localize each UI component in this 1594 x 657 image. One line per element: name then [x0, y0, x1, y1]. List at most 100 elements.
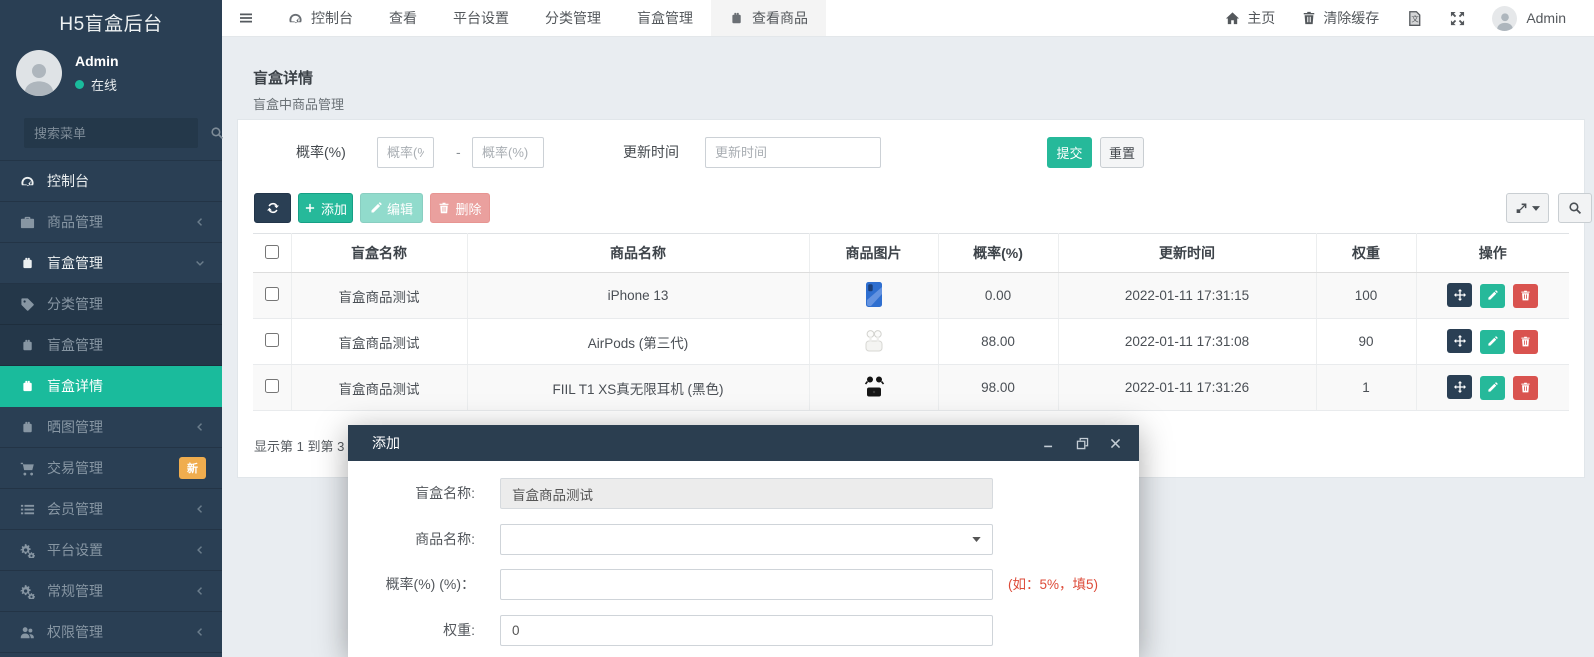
delete-button-disabled[interactable]: 删除 [430, 193, 490, 223]
delete-row-button[interactable] [1513, 330, 1538, 354]
move-button[interactable] [1447, 375, 1472, 399]
edit-row-button[interactable] [1480, 330, 1505, 354]
tab-view-products[interactable]: 查看商品 [711, 0, 826, 36]
refresh-icon [266, 201, 280, 215]
tab-label: 查看 [389, 8, 417, 28]
user-menu[interactable]: Admin [1492, 6, 1566, 31]
sidebar-item-permission-mgmt[interactable]: 权限管理 [0, 612, 222, 653]
select-all-checkbox[interactable] [265, 245, 279, 259]
maximize-button[interactable] [1074, 435, 1090, 451]
probability-input[interactable] [500, 569, 993, 600]
row-checkbox[interactable] [265, 287, 279, 301]
tab-dashboard[interactable]: 控制台 [270, 0, 371, 36]
col-actions: 操作 [1416, 234, 1569, 273]
sidebar-item-blindbox-mgmt-sub[interactable]: 盲盒管理 [0, 325, 222, 366]
gears-icon [20, 543, 35, 558]
dialog-titlebar[interactable]: 添加 [348, 425, 1139, 461]
cell-box-name: 盲盒商品测试 [291, 319, 467, 365]
tab-platform-settings[interactable]: 平台设置 [435, 0, 527, 36]
trash-icon [1520, 382, 1531, 393]
reset-button[interactable]: 重置 [1100, 137, 1144, 168]
box-name-label: 盲盒名称: [348, 478, 475, 509]
sidebar-item-label: 盲盒详情 [47, 376, 206, 396]
navbar-right: 主页 清除缓存 Admin [1225, 0, 1594, 36]
language-button[interactable] [1406, 10, 1423, 27]
probability-filter-label: 概率(%) [296, 137, 346, 168]
tab-category-mgmt[interactable]: 分类管理 [527, 0, 619, 36]
edit-row-button[interactable] [1480, 284, 1505, 308]
sidebar-item-blindbox-detail[interactable]: 盲盒详情 [0, 366, 222, 407]
sidebar-item-dashboard[interactable]: 控制台 [0, 161, 222, 202]
sidebar-item-label: 平台设置 [47, 540, 194, 560]
sidebar-item-platform-settings[interactable]: 平台设置 [0, 530, 222, 571]
col-product-image: 商品图片 [809, 234, 938, 273]
gears-icon [20, 584, 35, 599]
cell-box-name: 盲盒商品测试 [291, 365, 467, 411]
black-earbuds-thumbnail [862, 373, 886, 401]
probability-min-input[interactable] [377, 137, 434, 168]
sidebar-item-label: 分类管理 [47, 294, 206, 314]
tab-label: 盲盒管理 [637, 8, 693, 28]
row-checkbox[interactable] [265, 333, 279, 347]
sidebar-item-blindbox-mgmt[interactable]: 盲盒管理 [0, 243, 222, 284]
sidebar-item-photo-mgmt[interactable]: 晒图管理 [0, 407, 222, 448]
sidebar-item-general-mgmt[interactable]: 常规管理 [0, 571, 222, 612]
pencil-icon [1487, 382, 1498, 393]
cell-update-time: 2022-01-11 17:31:15 [1058, 273, 1316, 319]
edit-row-button[interactable] [1480, 376, 1505, 400]
tag-icon [20, 297, 35, 312]
chevron-left-icon [194, 421, 206, 433]
delete-label: 删除 [455, 199, 481, 218]
sidebar-item-label: 会员管理 [47, 499, 194, 519]
sidebar-item-category-mgmt[interactable]: 分类管理 [0, 284, 222, 325]
cell-update-time: 2022-01-11 17:31:26 [1058, 365, 1316, 411]
sidebar-item-label: 商品管理 [47, 212, 194, 232]
row-checkbox[interactable] [265, 379, 279, 393]
probability-max-input[interactable] [472, 137, 544, 168]
weight-input[interactable] [500, 615, 993, 646]
tab-blindbox-mgmt[interactable]: 盲盒管理 [619, 0, 711, 36]
table-search-button[interactable] [1558, 193, 1592, 223]
update-time-input[interactable] [705, 137, 881, 168]
move-icon [1454, 381, 1466, 393]
table-row: 盲盒商品测试 iPhone 13 0.00 2022-01-11 17:31:1… [253, 273, 1569, 319]
tab-label: 平台设置 [453, 8, 509, 28]
chevron-down-icon [194, 257, 206, 269]
delete-row-button[interactable] [1513, 284, 1538, 308]
pencil-icon [370, 202, 382, 214]
avatar[interactable] [16, 50, 62, 96]
sidebar-toggle-button[interactable] [222, 0, 270, 36]
search-icon[interactable] [210, 126, 224, 140]
export-button[interactable] [1506, 193, 1549, 223]
edit-button-disabled[interactable]: 编辑 [360, 193, 423, 223]
move-button[interactable] [1447, 283, 1472, 307]
probability-label: 概率(%) (%)： [348, 569, 475, 600]
sidebar-item-product-mgmt[interactable]: 商品管理 [0, 202, 222, 243]
home-link[interactable]: 主页 [1225, 8, 1275, 28]
sidebar-item-member-mgmt[interactable]: 会员管理 [0, 489, 222, 530]
tab-view[interactable]: 查看 [371, 0, 435, 36]
move-button[interactable] [1447, 329, 1472, 353]
sidebar-item-trade-mgmt[interactable]: 交易管理 新 [0, 448, 222, 489]
product-name-select[interactable] [500, 524, 993, 555]
box-name-input[interactable] [500, 478, 993, 509]
delete-row-button[interactable] [1513, 376, 1538, 400]
home-icon [1225, 11, 1240, 26]
table-row: 盲盒商品测试 AirPods (第三代) 88.00 2022-01-11 17… [253, 319, 1569, 365]
fullscreen-button[interactable] [1450, 11, 1465, 26]
cell-weight: 90 [1316, 319, 1416, 365]
sidebar-item-label: 盲盒管理 [47, 253, 194, 273]
trash-icon [1520, 336, 1531, 347]
sidebar-search-input[interactable] [34, 126, 210, 141]
col-weight: 权重 [1316, 234, 1416, 273]
trash-icon [438, 202, 450, 214]
add-button[interactable]: 添加 [298, 193, 353, 223]
minimize-button[interactable] [1041, 435, 1057, 451]
sidebar-item-label: 常规管理 [47, 581, 194, 601]
pencil-icon [1487, 336, 1498, 347]
refresh-button[interactable] [254, 193, 291, 223]
app-title: H5盲盒后台 [0, 0, 222, 44]
clear-cache-link[interactable]: 清除缓存 [1302, 8, 1379, 28]
submit-button[interactable]: 提交 [1047, 137, 1092, 168]
close-button[interactable] [1107, 435, 1123, 451]
